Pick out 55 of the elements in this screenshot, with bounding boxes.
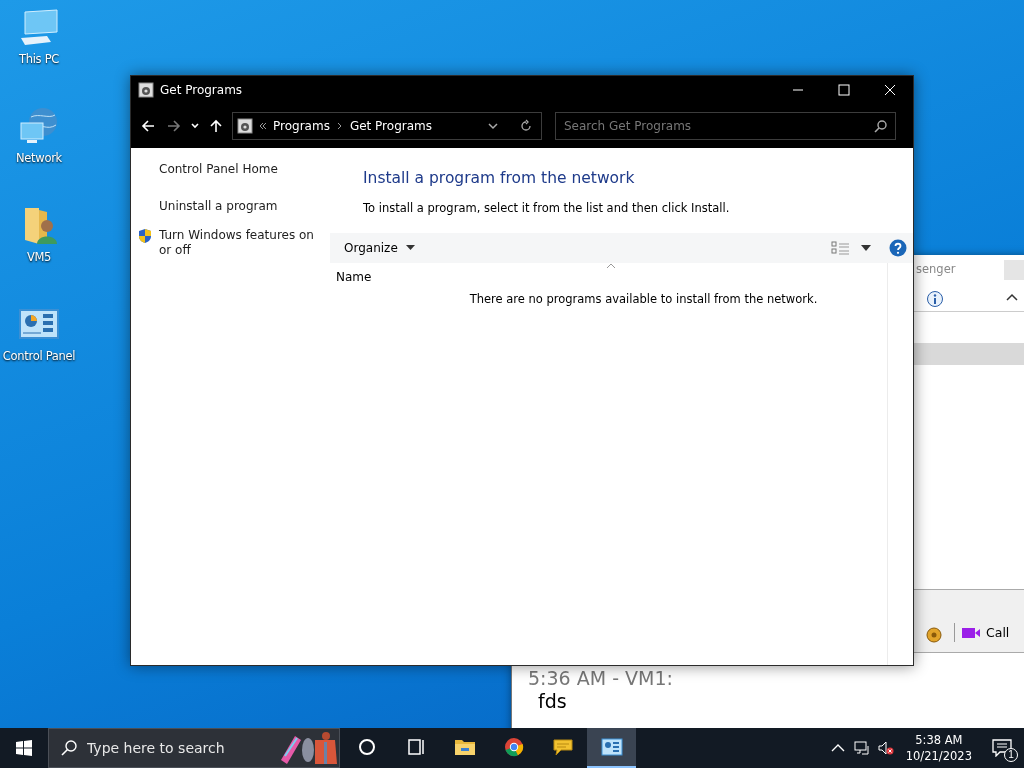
caret-icon	[405, 245, 415, 251]
up-arrow-icon	[209, 119, 223, 133]
caret-icon[interactable]	[861, 245, 871, 251]
chevron-right-icon	[335, 122, 344, 130]
windows-logo-icon	[16, 740, 32, 756]
chevron-up-icon[interactable]	[1005, 291, 1019, 303]
desktop-icon-label[interactable]: Control Panel	[2, 349, 76, 363]
search-icon	[874, 119, 887, 133]
info-icon[interactable]	[924, 290, 946, 308]
video-camera-icon	[961, 625, 981, 640]
address-bar[interactable]: Programs Get Programs	[232, 112, 542, 140]
sidebar-link[interactable]: Turn Windows features on or off	[159, 228, 319, 258]
window-title: senger	[916, 262, 956, 276]
page-heading: Install a program from the network	[363, 169, 636, 187]
notification-button[interactable]: 1	[980, 728, 1024, 768]
program-icon	[237, 118, 253, 134]
control-panel-icon[interactable]	[600, 737, 623, 757]
window-title: Get Programs	[160, 83, 243, 97]
close-icon	[884, 84, 896, 96]
maximize-icon	[838, 84, 850, 96]
speech-bubble-icon[interactable]	[551, 737, 574, 757]
search-field[interactable]: Search Get Programs	[555, 112, 896, 140]
dropdown-icon[interactable]	[487, 120, 499, 132]
call-button[interactable]: Call	[954, 623, 1016, 642]
message-header: 5:36 AM - VM1:	[528, 667, 673, 690]
view-options-icon[interactable]	[831, 241, 851, 255]
chrome-icon[interactable]	[502, 737, 525, 757]
back-arrow-icon	[141, 119, 155, 133]
message-text: fds	[537, 690, 568, 713]
breadcrumb-item[interactable]: Get Programs	[349, 119, 432, 133]
overflow-chevron-icon	[259, 122, 267, 130]
network-icon	[853, 740, 870, 756]
search-icon	[61, 740, 77, 756]
muted-speaker-icon	[877, 740, 894, 756]
breadcrumb-item[interactable]: Programs	[273, 119, 330, 133]
refresh-icon[interactable]	[519, 119, 533, 133]
organize-button[interactable]: Organize	[334, 237, 425, 259]
program-icon	[138, 82, 154, 98]
taskbar-search-field[interactable]: Type here to search	[48, 728, 340, 768]
instruction-text: To install a program, select it from the list and then click Install.	[363, 201, 731, 215]
column-header[interactable]: Name	[330, 263, 887, 284]
sidebar-link[interactable]: Control Panel Home	[159, 162, 319, 177]
notification-count: 1	[1004, 748, 1018, 762]
search-input[interactable]: Type here to search	[87, 740, 247, 756]
shield-icon	[137, 228, 153, 244]
help-icon[interactable]	[889, 239, 907, 257]
empty-message: There are no programs available to install from the network.	[469, 292, 818, 306]
notification-icon	[992, 739, 1012, 757]
folder-icon[interactable]	[453, 737, 476, 757]
sort-indicator-icon	[606, 263, 616, 269]
forward-arrow-icon	[167, 119, 181, 133]
clock[interactable]: 5:38 AM 10/21/2023	[897, 732, 980, 764]
sidebar-link[interactable]: Uninstall a program	[159, 199, 319, 214]
gear-icon[interactable]	[925, 626, 943, 644]
search-input[interactable]: Search Get Programs	[564, 119, 874, 133]
